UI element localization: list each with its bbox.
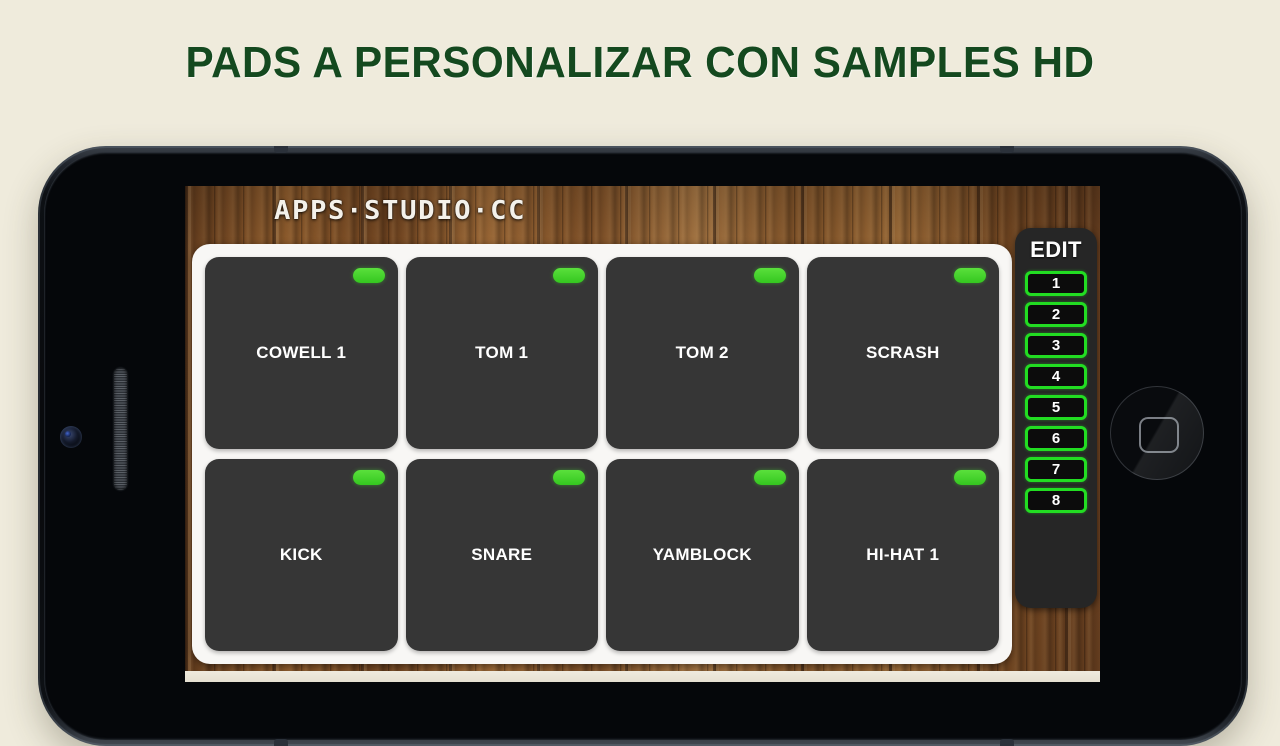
- pad-led-icon: [352, 470, 385, 485]
- pad-label: SCRASH: [865, 343, 940, 362]
- edit-button-5[interactable]: 5: [1025, 395, 1087, 420]
- pad-label: SNARE: [471, 545, 533, 564]
- edit-button-4[interactable]: 4: [1025, 364, 1087, 389]
- pad-led-icon: [553, 268, 585, 283]
- camera-lens-icon: [60, 426, 82, 448]
- pad-grid: COWELL 1 TOM 1 TOM 2 SCRASH KICK SNARE Y…: [205, 257, 999, 651]
- page-title: PADS A PERSONALIZAR CON SAMPLES HD: [185, 38, 1095, 87]
- screen-bottom-strip: [185, 671, 1100, 682]
- pad-label: TOM 2: [675, 343, 729, 362]
- pad-label: HI-HAT 1: [866, 545, 940, 564]
- pad-label: YAMBLOCK: [652, 545, 752, 564]
- edit-button-8[interactable]: 8: [1025, 488, 1087, 513]
- edit-button-1[interactable]: 1: [1025, 271, 1087, 296]
- phone-screen: APPS·STUDIO·CC COWELL 1 TOM 1 TOM 2 SCRA…: [185, 186, 1100, 682]
- pad-led-icon: [954, 470, 986, 485]
- pad-1[interactable]: COWELL 1: [205, 257, 398, 449]
- pad-panel: COWELL 1 TOM 1 TOM 2 SCRASH KICK SNARE Y…: [192, 244, 1012, 664]
- pad-5[interactable]: KICK: [205, 459, 398, 651]
- antenna-band-top-right: [1000, 146, 1014, 153]
- pad-label: KICK: [279, 545, 323, 564]
- pad-4[interactable]: SCRASH: [806, 257, 999, 449]
- app-logo: APPS·STUDIO·CC: [273, 196, 527, 226]
- pad-6[interactable]: SNARE: [405, 459, 598, 651]
- phone-device: APPS·STUDIO·CC COWELL 1 TOM 1 TOM 2 SCRA…: [38, 146, 1248, 746]
- pad-8[interactable]: HI-HAT 1: [806, 459, 999, 651]
- home-square-icon: [1139, 417, 1179, 453]
- antenna-band-bottom-right: [1000, 739, 1014, 746]
- pad-2[interactable]: TOM 1: [405, 257, 598, 449]
- antenna-band-bottom-left: [274, 739, 288, 746]
- edit-button-3[interactable]: 3: [1025, 333, 1087, 358]
- pad-label: COWELL 1: [256, 343, 347, 362]
- pad-led-icon: [954, 268, 986, 283]
- pad-led-icon: [352, 268, 385, 283]
- speaker-grille-icon: [114, 368, 127, 490]
- pad-3[interactable]: TOM 2: [606, 257, 799, 449]
- edit-button-7[interactable]: 7: [1025, 457, 1087, 482]
- edit-button-6[interactable]: 6: [1025, 426, 1087, 451]
- edit-panel-title: EDIT: [1030, 237, 1082, 262]
- pad-7[interactable]: YAMBLOCK: [606, 459, 799, 651]
- pad-label: TOM 1: [475, 343, 529, 362]
- edit-panel: EDIT 1 2 3 4 5 6 7 8: [1015, 228, 1097, 608]
- antenna-band-top-left: [274, 146, 288, 153]
- pad-led-icon: [753, 268, 786, 283]
- pad-led-icon: [753, 470, 786, 485]
- edit-button-2[interactable]: 2: [1025, 302, 1087, 327]
- home-button[interactable]: [1110, 386, 1204, 480]
- pad-led-icon: [553, 470, 585, 485]
- edit-button-list: 1 2 3 4 5 6 7 8: [1015, 271, 1097, 513]
